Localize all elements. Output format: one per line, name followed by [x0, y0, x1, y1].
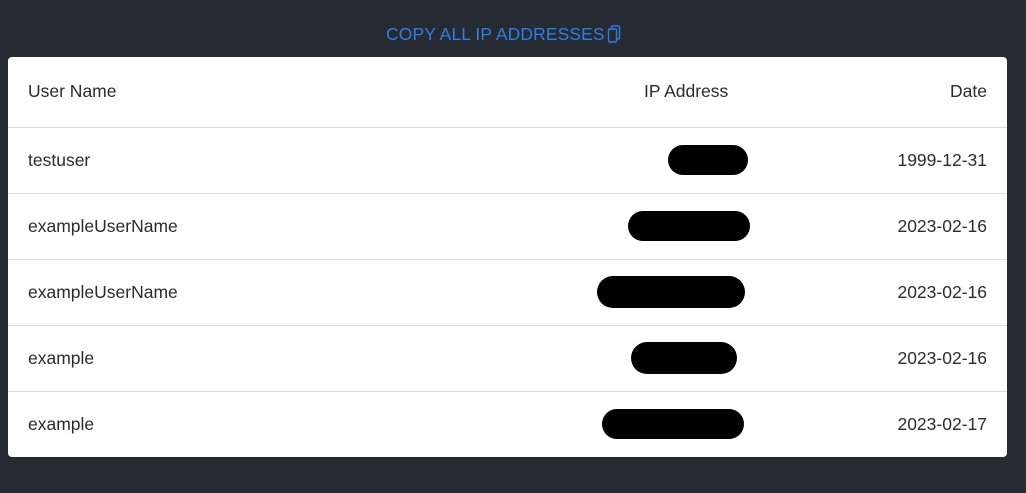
- table-row: example 2023-02-16: [8, 325, 1007, 391]
- table-row: example 2023-02-17: [8, 391, 1007, 457]
- column-header-date: Date: [950, 81, 987, 102]
- table-header-row: User Name IP Address Date: [8, 57, 1007, 127]
- copy-all-ip-addresses-button[interactable]: COPY ALL IP ADDRESSES: [386, 22, 621, 46]
- ip-address-cell: [445, 325, 748, 391]
- ip-address-cell: [445, 391, 748, 457]
- date-cell: 2023-02-16: [897, 281, 987, 302]
- redaction-mark: [597, 276, 746, 308]
- date-cell: 2023-02-16: [897, 347, 987, 368]
- column-header-user-name: User Name: [28, 81, 117, 102]
- user-name-cell: example: [28, 347, 95, 368]
- redaction-mark: [628, 211, 751, 241]
- column-header-ip-address: IP Address: [643, 81, 729, 102]
- user-name-cell: example: [28, 413, 95, 434]
- user-name-cell: exampleUserName: [28, 215, 178, 236]
- user-name-cell: exampleUserName: [28, 281, 178, 302]
- date-cell: 2023-02-16: [897, 215, 987, 236]
- ip-address-table: User Name IP Address Date testuser 1999-…: [8, 57, 1007, 457]
- user-name-cell: testuser: [28, 149, 91, 170]
- table-row: exampleUserName 2023-02-16: [8, 259, 1007, 325]
- ip-address-cell: [445, 193, 751, 259]
- ip-address-table-card: User Name IP Address Date testuser 1999-…: [8, 57, 1007, 457]
- date-cell: 1999-12-31: [897, 149, 987, 170]
- redaction-mark: [668, 145, 749, 175]
- clipboard-copy-icon: [607, 25, 621, 43]
- redaction-mark: [631, 342, 738, 374]
- ip-address-cell: [445, 259, 748, 325]
- table-row: testuser 1999-12-31: [8, 127, 1007, 193]
- table-row: exampleUserName 2023-02-16: [8, 193, 1007, 259]
- copy-all-label: COPY ALL IP ADDRESSES: [386, 23, 605, 44]
- date-cell: 2023-02-17: [897, 413, 987, 434]
- redaction-mark: [602, 409, 745, 440]
- ip-address-cell: [445, 127, 749, 193]
